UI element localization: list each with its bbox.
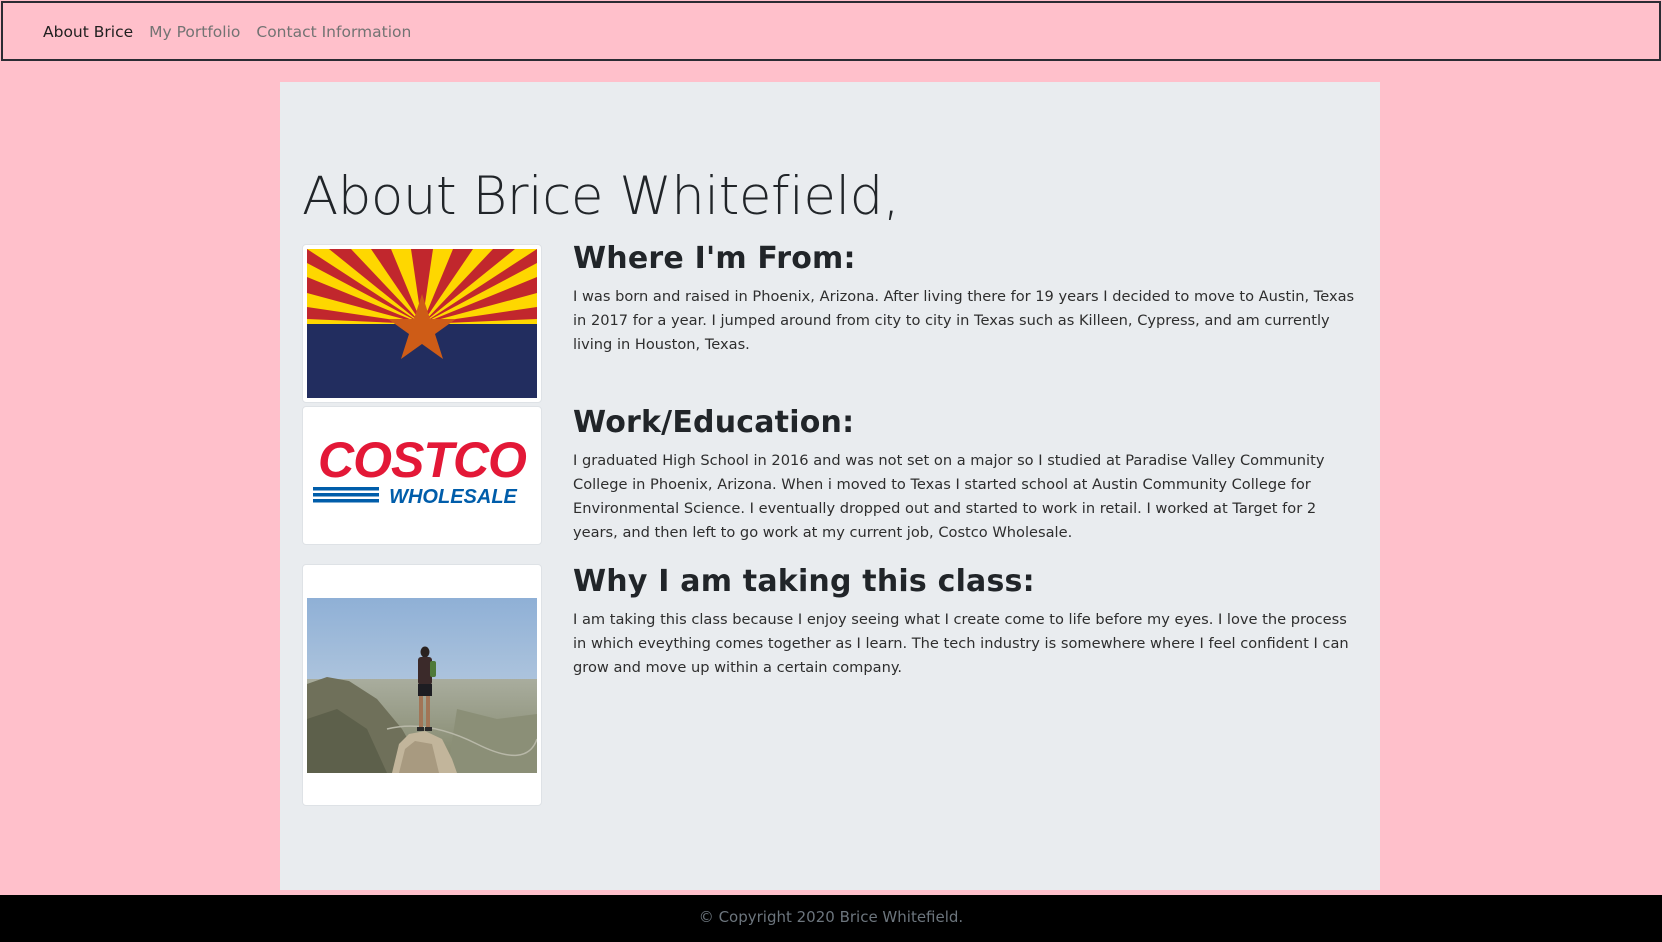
costco-wholesale-text: WHOLESALE: [389, 486, 517, 508]
section-heading: Why I am taking this class:: [573, 564, 1035, 599]
copyright-text: © Copyright 2020 Brice Whitefield.: [698, 908, 964, 926]
section-why-class: Why I am taking this class: I am taking …: [573, 564, 1363, 680]
nav-item-about[interactable]: About Brice: [43, 22, 133, 42]
costco-logo-image: COSTCO WHOLESALE: [307, 411, 537, 540]
costco-logo-text: COSTCO: [318, 432, 527, 488]
hiker-photo-thumbnail: [302, 564, 542, 806]
section-work-education: Work/Education: I graduated High School …: [573, 405, 1363, 545]
section-heading: Work/Education:: [573, 405, 855, 440]
page-footer: © Copyright 2020 Brice Whitefield.: [0, 895, 1662, 942]
section-where-from: Where I'm From: I was born and raised in…: [573, 241, 1363, 357]
about-jumbotron: About Brice Whitefield, Where I'm From:: [280, 82, 1380, 890]
nav-list: About Brice My Portfolio Contact Informa…: [43, 22, 427, 42]
hiker-photo-image: [307, 569, 537, 801]
section-text: I graduated High School in 2016 and was …: [573, 452, 1325, 541]
section-text: I am taking this class because I enjoy s…: [573, 611, 1349, 676]
page-title: About Brice Whitefield,: [302, 166, 900, 227]
nav-item-portfolio[interactable]: My Portfolio: [149, 22, 240, 42]
costco-logo-thumbnail: COSTCO WHOLESALE: [302, 406, 542, 545]
arizona-flag-image: [307, 249, 537, 398]
arizona-flag-thumbnail: [302, 244, 542, 403]
section-text: I was born and raised in Phoenix, Arizon…: [573, 288, 1355, 353]
top-navbar: About Brice My Portfolio Contact Informa…: [1, 1, 1661, 61]
nav-item-contact[interactable]: Contact Information: [256, 22, 411, 42]
section-heading: Where I'm From:: [573, 241, 856, 276]
